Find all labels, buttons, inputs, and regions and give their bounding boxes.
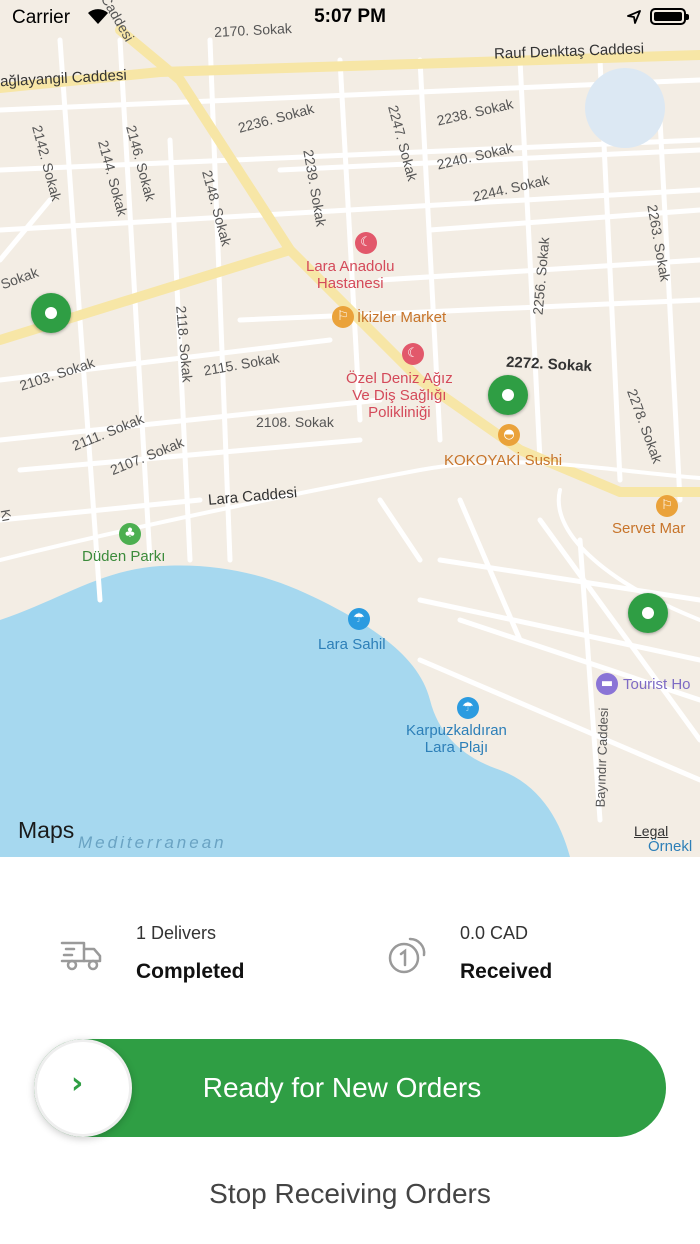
delivery-pin[interactable] (31, 293, 71, 333)
poi-label-hospital: Lara Anadolu Hastanesi (306, 258, 395, 292)
hotel-icon: ▬ (596, 673, 618, 695)
slider-knob[interactable]: › (34, 1039, 132, 1137)
deliveries-label: Completed (136, 960, 245, 983)
delivery-pin[interactable] (628, 593, 668, 633)
poi-label-servet: Servet Mar (612, 520, 686, 537)
delivery-truck-icon (60, 941, 102, 971)
beach-icon: ☂ (348, 608, 370, 630)
park-icon: ♣ (119, 523, 141, 545)
earnings-amount: 0.0 CAD (460, 923, 529, 943)
poi-label-karpuz: Karpuzkaldıran Lara Plajı (406, 722, 507, 756)
location-arrow-icon (627, 10, 641, 24)
poi-label-sushi: KOKOYAKİ Sushi (444, 452, 563, 469)
earnings-label: Received (460, 960, 553, 983)
coin-icon (388, 937, 426, 974)
maps-attribution: Maps (18, 817, 75, 843)
user-location-halo (585, 68, 665, 148)
poi-label-park: Düden Parkı (82, 548, 166, 565)
sea-label: Mediterranean (78, 833, 227, 852)
poi-label-clinic: Özel Deniz Ağız Ve Diş Sağlığı Poliklini… (346, 370, 453, 421)
stop-receiving-orders-button[interactable]: Stop Receiving Orders (0, 1178, 700, 1210)
beach-icon: ☂ (457, 697, 479, 719)
shopping-cart-icon: ⚐ (656, 495, 678, 517)
poi-label-market: İkizler Market (357, 309, 447, 326)
shopping-cart-icon: ⚐ (332, 306, 354, 328)
status-bar: Carrier 5:07 PM (0, 0, 700, 36)
street-label: 2108. Sokak (256, 414, 334, 430)
poi-label-ornek: Örnekl (648, 838, 693, 855)
clock: 5:07 PM (314, 6, 386, 27)
ready-for-orders-label: Ready for New Orders (202, 1072, 482, 1103)
restaurant-icon: ◓ (498, 424, 520, 446)
hospital-icon: ☾ (355, 232, 377, 254)
deliveries-count: 1 Delivers (136, 923, 217, 943)
poi-label-beach: Lara Sahil (318, 636, 386, 653)
poi-label-tourist: Tourist Ho (623, 676, 691, 693)
map-view[interactable]: 2170. Sokak Rauf Denktaş Caddesi ağlayan… (0, 0, 700, 857)
battery-icon (650, 8, 689, 25)
stats-panel: 1 Delivers Completed 0.0 CAD Received (0, 857, 700, 1017)
chevron-right-icon: › (71, 1066, 84, 1101)
delivery-pin[interactable] (488, 375, 528, 415)
legal-link[interactable]: Legal (634, 823, 668, 839)
hospital-icon: ☾ (402, 343, 424, 365)
